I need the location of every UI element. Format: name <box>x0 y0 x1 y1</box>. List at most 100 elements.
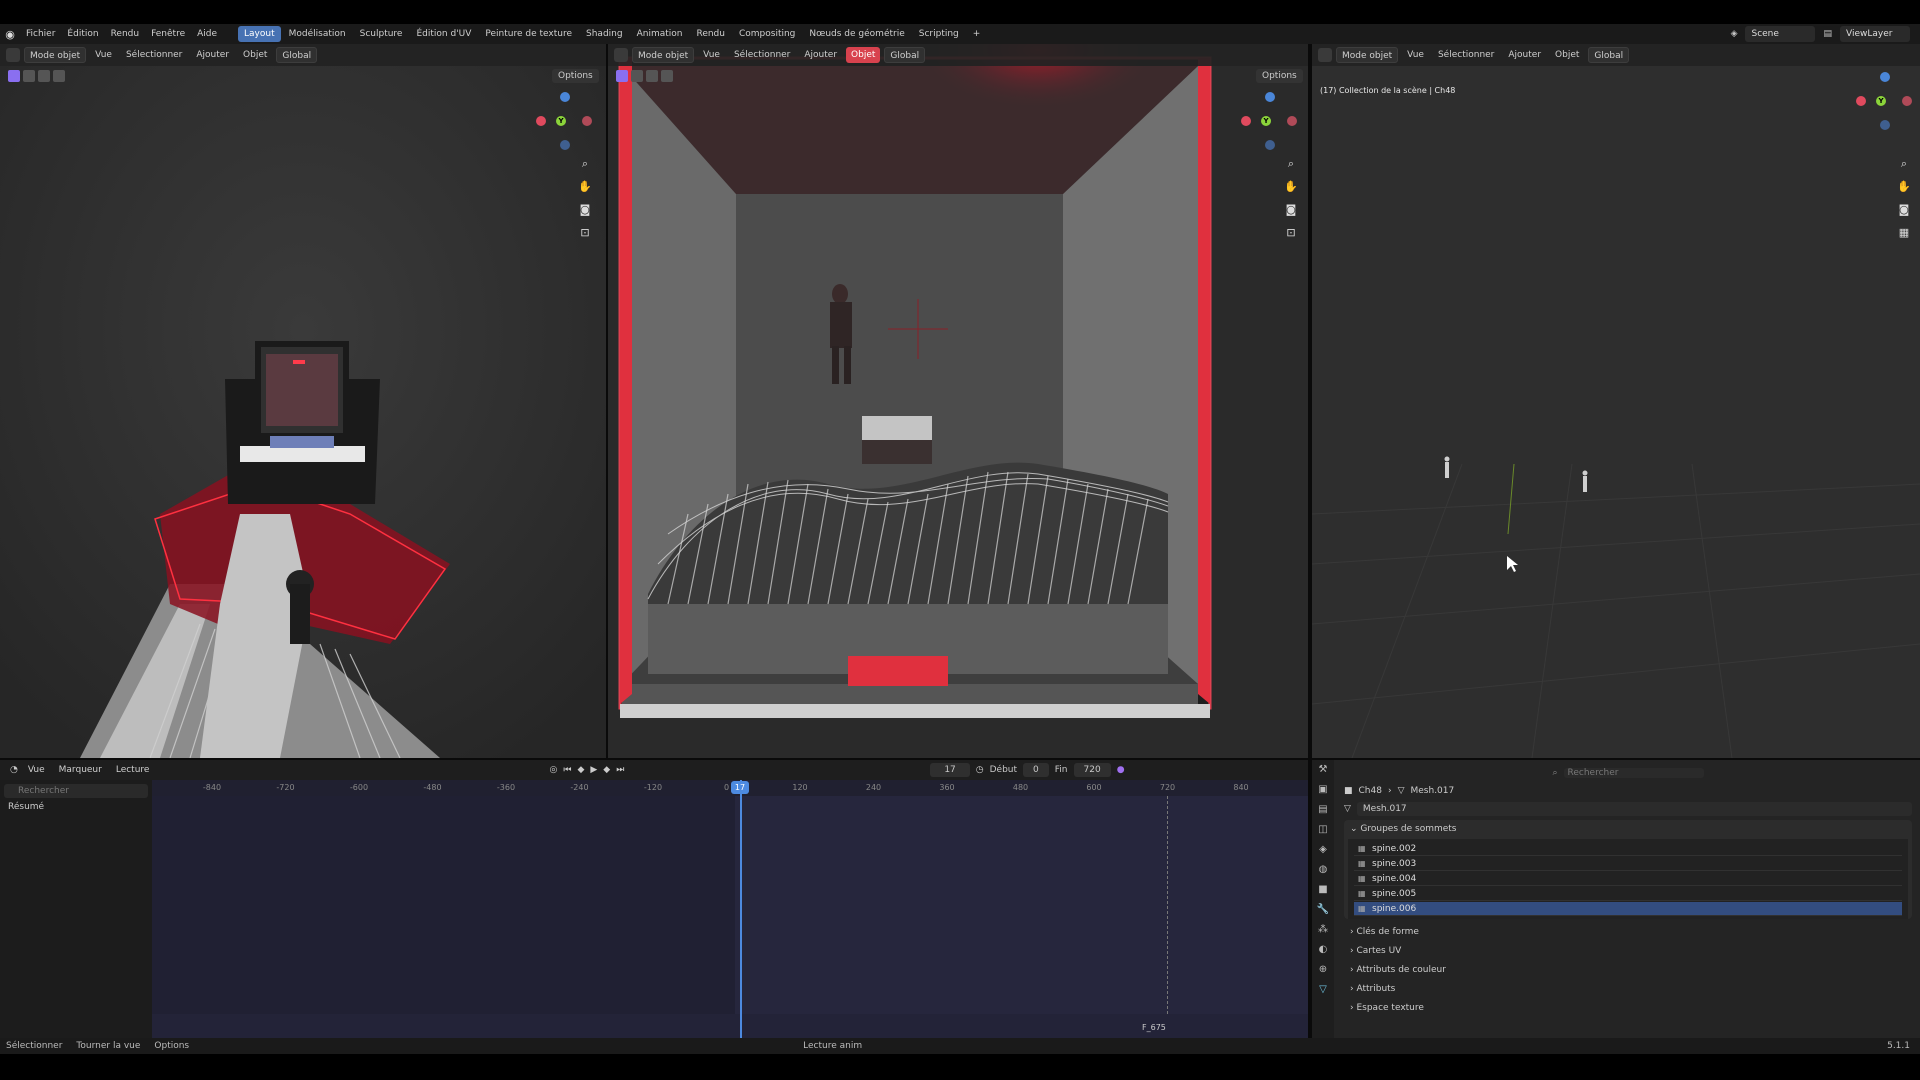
add-menu[interactable]: Ajouter <box>1503 47 1546 63</box>
axis-neg-x-icon[interactable] <box>1902 96 1912 106</box>
grid-icon[interactable]: ▦ <box>1896 225 1912 241</box>
axis-neg-x-icon[interactable] <box>1287 116 1297 126</box>
constraints-icon[interactable]: ⊕ <box>1312 960 1334 980</box>
timeline-editor[interactable]: ◔ Vue Marqueur Lecture ◎ ⏮ ◆ ▶ ◆ ⏭ 17 ◷ … <box>0 760 1308 1038</box>
view-menu[interactable]: Vue <box>24 765 49 775</box>
marker-menu[interactable]: Marqueur <box>55 765 106 775</box>
select-box-icon[interactable] <box>616 70 628 82</box>
status-playback[interactable]: Lecture anim <box>803 1041 862 1051</box>
start-frame-field[interactable]: 0 <box>1023 763 1049 777</box>
jump-start-icon[interactable]: ⏮ <box>563 765 571 775</box>
summary-channel[interactable]: Résumé <box>0 802 152 812</box>
select-extend-icon[interactable] <box>631 70 643 82</box>
vertex-group-item[interactable]: spine.002 <box>1354 842 1902 856</box>
properties-search[interactable]: Rechercher <box>1563 768 1704 778</box>
view-layer-icon[interactable]: ◫ <box>1312 820 1334 840</box>
current-frame-field[interactable]: 17 <box>930 763 970 777</box>
playback-menu[interactable]: Lecture <box>112 765 154 775</box>
axis-z-icon[interactable] <box>1880 72 1890 82</box>
mesh-data-icon[interactable]: ▽ <box>1312 980 1334 1000</box>
menu-window[interactable]: Fenêtre <box>145 24 191 44</box>
viewport-camera[interactable]: Mode objet Vue Sélectionner Ajouter Obje… <box>608 44 1308 758</box>
camera-icon[interactable]: ◙ <box>1896 202 1912 218</box>
camera-icon[interactable]: ◙ <box>577 202 593 218</box>
color-attributes-panel[interactable]: › Attributs de couleur <box>1344 961 1912 980</box>
axis-x-icon[interactable] <box>1241 116 1251 126</box>
options-button[interactable]: Options <box>552 69 599 83</box>
orientation-selector[interactable]: Global <box>276 47 318 63</box>
tab-rendering[interactable]: Rendu <box>690 26 731 42</box>
tab-geometry-nodes[interactable]: Nœuds de géométrie <box>803 26 910 42</box>
channel-search[interactable]: Rechercher <box>4 784 148 798</box>
view-layer-selector[interactable]: ViewLayer <box>1840 26 1910 42</box>
render-icon[interactable]: ▣ <box>1312 780 1334 800</box>
prev-key-icon[interactable]: ◆ <box>577 765 584 775</box>
navigation-gizmo[interactable]: Y <box>1235 92 1305 162</box>
viewport-left[interactable]: Mode objet Vue Sélectionner Ajouter Obje… <box>0 44 606 758</box>
lock-icon[interactable]: ⊡ <box>577 225 593 241</box>
editor-type-icon[interactable] <box>1318 48 1332 62</box>
modifier-icon[interactable]: 🔧 <box>1312 900 1334 920</box>
add-menu[interactable]: Ajouter <box>191 47 234 63</box>
axis-neg-x-icon[interactable] <box>582 116 592 126</box>
auto-key-icon[interactable]: ◎ <box>549 765 557 775</box>
physics-icon[interactable]: ◐ <box>1312 940 1334 960</box>
editor-type-icon[interactable]: ◔ <box>10 765 18 775</box>
select-subtract-icon[interactable] <box>646 70 658 82</box>
menu-help[interactable]: Aide <box>191 24 223 44</box>
playhead[interactable]: 17 <box>731 780 749 1038</box>
tab-scripting[interactable]: Scripting <box>913 26 965 42</box>
properties-editor[interactable]: ⚒ ▣ ▤ ◫ ◈ ◍ ■ 🔧 ⁂ ◐ ⊕ ▽ ⌕ Rechercher ■ C… <box>1312 760 1920 1038</box>
pan-hand-icon[interactable]: ✋ <box>1896 179 1912 195</box>
axis-z-icon[interactable] <box>1265 92 1275 102</box>
vertex-group-item-active[interactable]: spine.006 <box>1354 902 1902 916</box>
axis-y-icon[interactable]: Y <box>1876 96 1886 106</box>
uv-maps-panel[interactable]: › Cartes UV <box>1344 942 1912 961</box>
overlay-icon[interactable]: ● <box>1117 765 1125 775</box>
axis-z-icon[interactable] <box>560 92 570 102</box>
viewport-right[interactable]: Mode objet Vue Sélectionner Ajouter Obje… <box>1312 44 1920 758</box>
axis-neg-z-icon[interactable] <box>560 140 570 150</box>
frame-ruler[interactable]: -840 -720 -600 -480 -360 -240 -120 0 120 240 360 48… <box>152 780 1308 796</box>
texture-space-panel[interactable]: › Espace texture <box>1344 999 1912 1018</box>
menu-render[interactable]: Rendu <box>105 24 146 44</box>
object-icon[interactable]: ■ <box>1312 880 1334 900</box>
tab-compositing[interactable]: Compositing <box>733 26 801 42</box>
attributes-panel[interactable]: › Attributs <box>1344 980 1912 999</box>
add-workspace-button[interactable]: + <box>967 26 987 42</box>
zoom-icon[interactable]: ⌕ <box>1283 156 1299 172</box>
blender-logo-icon[interactable]: ◉ <box>0 24 20 44</box>
breadcrumb-object[interactable]: Ch48 <box>1359 786 1382 796</box>
select-invert-icon[interactable] <box>661 70 673 82</box>
add-menu[interactable]: Ajouter <box>799 47 842 63</box>
tab-texture-paint[interactable]: Peinture de texture <box>479 26 578 42</box>
select-menu[interactable]: Sélectionner <box>729 47 795 63</box>
scene-icon[interactable]: ◈ <box>1312 840 1334 860</box>
mode-selector[interactable]: Mode objet <box>1336 47 1399 63</box>
view-menu[interactable]: Vue <box>698 47 725 63</box>
axis-y-icon[interactable]: Y <box>1261 116 1271 126</box>
tool-icon[interactable]: ⚒ <box>1312 760 1334 780</box>
select-menu[interactable]: Sélectionner <box>1433 47 1499 63</box>
select-invert-icon[interactable] <box>53 70 65 82</box>
output-icon[interactable]: ▤ <box>1312 800 1334 820</box>
editor-type-icon[interactable] <box>614 48 628 62</box>
vertex-group-item[interactable]: spine.003 <box>1354 857 1902 871</box>
select-extend-icon[interactable] <box>23 70 35 82</box>
vertex-group-item[interactable]: spine.005 <box>1354 887 1902 901</box>
orientation-selector[interactable]: Global <box>1588 47 1630 63</box>
world-icon[interactable]: ◍ <box>1312 860 1334 880</box>
tab-animation[interactable]: Animation <box>631 26 689 42</box>
particles-icon[interactable]: ⁂ <box>1312 920 1334 940</box>
tab-sculpting[interactable]: Sculpture <box>354 26 409 42</box>
scene-selector[interactable]: Scene <box>1745 26 1816 42</box>
mesh-name-field[interactable]: Mesh.017 <box>1356 802 1912 816</box>
scene-marker[interactable]: F_675 <box>1142 1023 1166 1032</box>
orientation-selector[interactable]: Global <box>884 47 926 63</box>
pan-hand-icon[interactable]: ✋ <box>577 179 593 195</box>
lock-icon[interactable]: ⊡ <box>1283 225 1299 241</box>
options-button[interactable]: Options <box>1256 69 1303 83</box>
end-frame-field[interactable]: 720 <box>1073 763 1111 777</box>
axis-x-icon[interactable] <box>536 116 546 126</box>
camera-icon[interactable]: ◙ <box>1283 202 1299 218</box>
